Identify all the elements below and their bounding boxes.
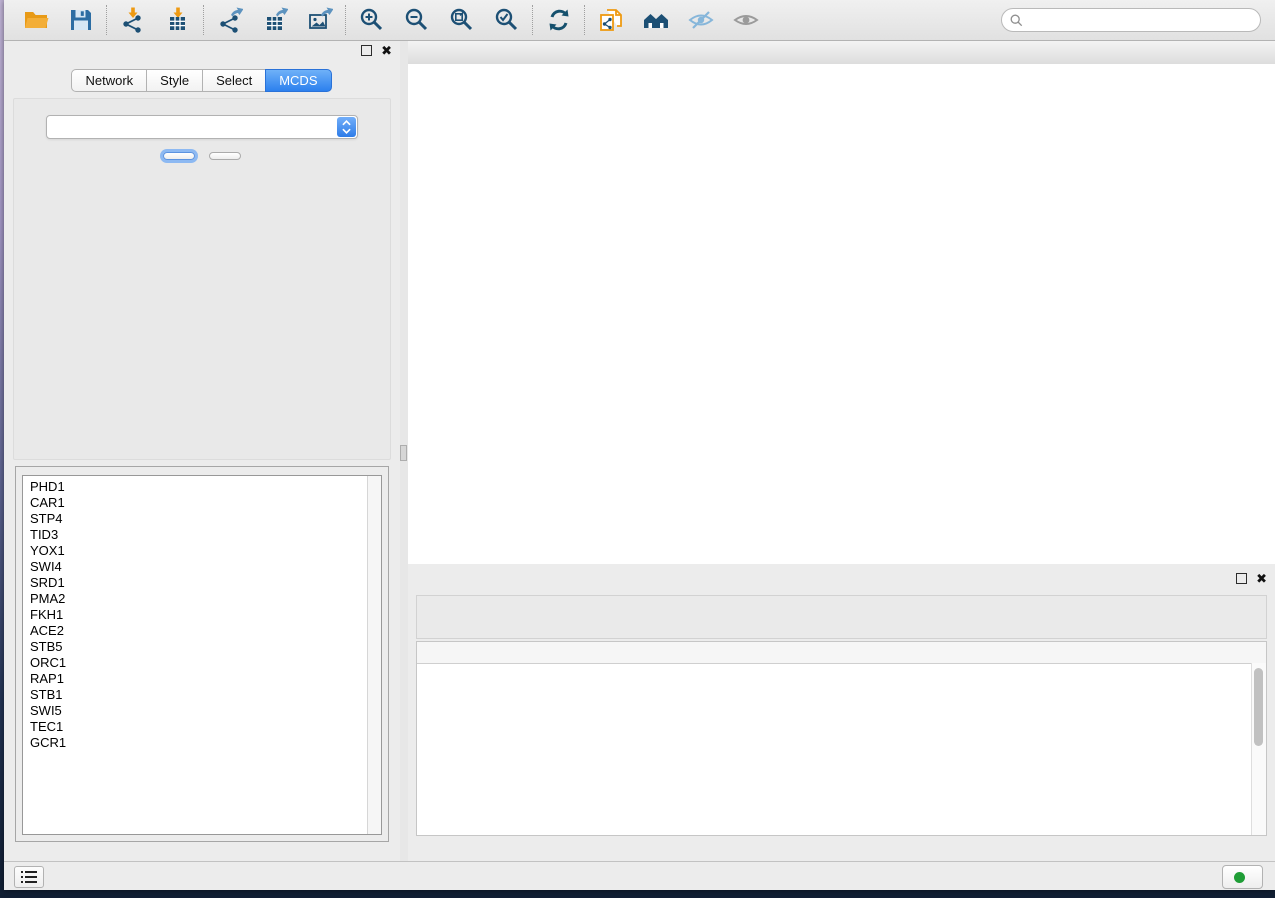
tab-select[interactable]: Select [202,69,266,92]
mcds-result-item: STB1 [30,687,367,703]
export-table-icon[interactable] [261,7,288,34]
duplicate-network-icon[interactable] [597,7,624,34]
toolbar-group [585,7,771,34]
toolbar-group [346,7,532,34]
search-box[interactable] [1001,8,1261,32]
table-panel: ✖ [408,569,1275,862]
control-panel: ✖ NetworkStyleSelectMCDS PHD1CAR1STP4TID… [4,41,400,862]
mcds-result-item: PMA2 [30,591,367,607]
mcds-result-list[interactable]: PHD1CAR1STP4TID3YOX1SWI4SRD1PMA2FKH1ACE2… [22,475,382,835]
network-titlebar [408,41,1275,65]
table-close-icon[interactable]: ✖ [1256,574,1267,584]
mcds-result-item: SWI5 [30,703,367,719]
open-folder-icon[interactable] [22,7,49,34]
control-panel-tabbar: NetworkStyleSelectMCDS [4,69,400,92]
toolbar-group [107,7,203,34]
refresh-icon[interactable] [545,7,572,34]
mcds-result-item: FKH1 [30,607,367,623]
network-title [408,41,1275,45]
mcds-result-item: SRD1 [30,575,367,591]
tab-mcds[interactable]: MCDS [265,69,331,92]
toolbar-group [533,7,584,34]
tab-style[interactable]: Style [146,69,203,92]
show-all-icon[interactable] [732,7,759,34]
table-scrollbar-thumb[interactable] [1254,668,1263,746]
close-panel-icon[interactable]: ✖ [381,46,392,56]
toolbar-group [204,7,345,34]
search-icon [1010,14,1023,27]
mcds-result-item: TID3 [30,527,367,543]
mcds-result-item: STP4 [30,511,367,527]
task-history-button[interactable] [14,866,44,888]
node-table [416,641,1267,836]
mcds-panel [13,98,391,460]
import-network-icon[interactable] [119,7,146,34]
mcds-result-group: PHD1CAR1STP4TID3YOX1SWI4SRD1PMA2FKH1ACE2… [15,466,389,842]
vertical-splitter[interactable] [400,41,408,862]
float-panel-icon[interactable] [361,45,372,56]
mcds-list-scrollbar[interactable] [367,476,381,834]
list-icon [21,871,37,883]
mcds-result-item: RAP1 [30,671,367,687]
export-image-icon[interactable] [306,7,333,34]
hide-selected-icon[interactable] [687,7,714,34]
table-toolbar [416,595,1267,639]
save-icon[interactable] [67,7,94,34]
criterion-select[interactable] [46,115,358,139]
select-stepper-icon [337,117,356,137]
network-frame [408,41,1275,564]
window-maximize-icon[interactable] [459,46,471,58]
splitter-handle-icon[interactable] [400,445,407,461]
mcds-result-item: CAR1 [30,495,367,511]
window-close-icon[interactable] [419,46,431,58]
main-toolbar [4,0,1275,41]
close-panel-button[interactable] [209,152,241,160]
mcds-result-item: YOX1 [30,543,367,559]
export-network-icon[interactable] [216,7,243,34]
zoom-in-icon[interactable] [358,7,385,34]
window-minimize-icon[interactable] [439,46,451,58]
mcds-result-item: GCR1 [30,735,367,751]
table-float-icon[interactable] [1236,573,1247,584]
first-neighbors-icon[interactable] [642,7,669,34]
toolbar-group [10,7,106,34]
import-table-icon[interactable] [164,7,191,34]
mcds-result-item: TEC1 [30,719,367,735]
memory-status-icon [1234,872,1245,883]
memory-button[interactable] [1222,865,1263,889]
mcds-result-item: ORC1 [30,655,367,671]
status-bar [4,861,1275,890]
zoom-out-icon[interactable] [403,7,430,34]
application-window: ✖ NetworkStyleSelectMCDS PHD1CAR1STP4TID… [4,0,1275,890]
run-mcds-button[interactable] [163,152,195,160]
tab-network[interactable]: Network [71,69,147,92]
table-scrollbar[interactable] [1251,663,1266,835]
zoom-selected-icon[interactable] [493,7,520,34]
mcds-result-item: PHD1 [30,479,367,495]
mcds-result-item: STB5 [30,639,367,655]
search-input[interactable] [1028,12,1260,28]
mcds-result-item: ACE2 [30,623,367,639]
mcds-result-item: SWI4 [30,559,367,575]
network-canvas[interactable] [408,64,1275,564]
zoom-fit-icon[interactable] [448,7,475,34]
